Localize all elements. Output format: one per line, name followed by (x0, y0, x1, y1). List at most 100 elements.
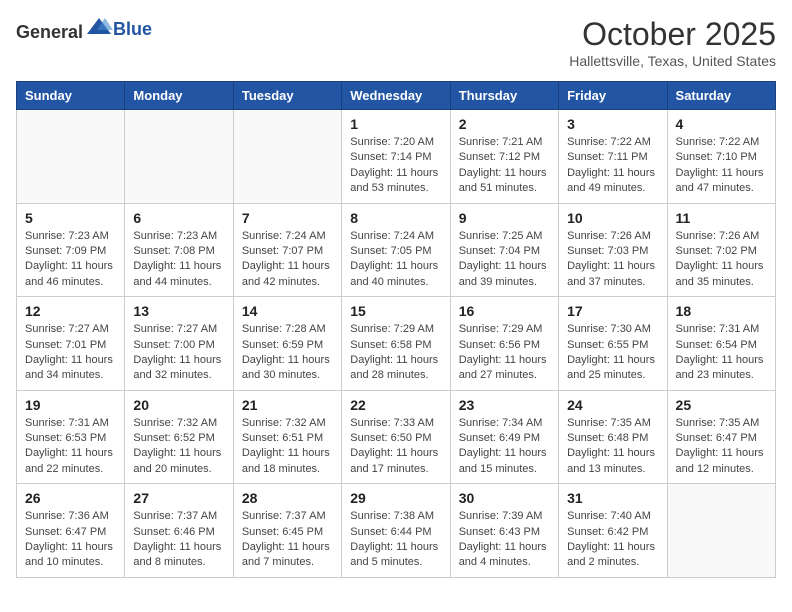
day-number: 13 (133, 303, 224, 319)
day-number: 17 (567, 303, 658, 319)
day-info: Sunrise: 7:24 AMSunset: 7:07 PMDaylight:… (242, 229, 333, 291)
day-info: Sunrise: 7:36 AMSunset: 6:47 PMDaylight:… (25, 509, 116, 571)
calendar-cell: 1Sunrise: 7:20 AMSunset: 7:14 PMDaylight… (342, 110, 450, 204)
calendar-cell: 29 Sunrise: 7:38 AMSunset: 6:44 PMDayligh… (342, 484, 450, 578)
day-number: 5 (25, 210, 116, 226)
calendar-cell: 10 Sunrise: 7:26 AMSunset: 7:03 PMDayligh… (559, 203, 667, 297)
day-number: 29 (350, 490, 441, 506)
day-info: Sunrise: 7:25 AMSunset: 7:04 PMDaylight:… (459, 229, 550, 291)
day-number: 11 (676, 210, 767, 226)
day-info: Sunrise: 7:28 AMSunset: 6:59 PMDaylight:… (242, 322, 333, 384)
day-info: Sunrise: 7:32 AMSunset: 6:52 PMDaylight:… (133, 416, 224, 478)
day-number: 20 (133, 397, 224, 413)
day-number: 31 (567, 490, 658, 506)
day-number: 4 (676, 116, 767, 132)
day-number: 1 (350, 116, 441, 132)
calendar-cell (233, 110, 341, 204)
calendar-cell: 24 Sunrise: 7:35 AMSunset: 6:48 PMDayligh… (559, 390, 667, 484)
calendar-cell: 23 Sunrise: 7:34 AMSunset: 6:49 PMDayligh… (450, 390, 558, 484)
day-number: 15 (350, 303, 441, 319)
calendar-cell: 8Sunrise: 7:24 AMSunset: 7:05 PMDaylight… (342, 203, 450, 297)
logo-icon (85, 16, 113, 38)
day-info: Sunrise: 7:31 AMSunset: 6:54 PMDaylight:… (676, 322, 767, 384)
day-info: Sunrise: 7:31 AMSunset: 6:53 PMDaylight:… (25, 416, 116, 478)
day-info: Sunrise: 7:38 AMSunset: 6:44 PMDaylight:… (350, 509, 441, 571)
title-area: October 2025 Hallettsville, Texas, Unite… (569, 16, 776, 69)
day-info: Sunrise: 7:23 AMSunset: 7:09 PMDaylight:… (25, 229, 116, 291)
day-number: 2 (459, 116, 550, 132)
day-info: Sunrise: 7:29 AMSunset: 6:56 PMDaylight:… (459, 322, 550, 384)
day-of-week-header: Monday (125, 82, 233, 110)
calendar-cell: 20 Sunrise: 7:32 AMSunset: 6:52 PMDayligh… (125, 390, 233, 484)
day-number: 16 (459, 303, 550, 319)
calendar-week-row: 12Sunrise: 7:27 AMSunset: 7:01 PMDayligh… (17, 297, 776, 391)
day-number: 30 (459, 490, 550, 506)
calendar-cell: 9Sunrise: 7:25 AMSunset: 7:04 PMDaylight… (450, 203, 558, 297)
calendar-cell: 2 Sunrise: 7:21 AMSunset: 7:12 PMDaylight… (450, 110, 558, 204)
day-of-week-header: Tuesday (233, 82, 341, 110)
calendar-cell: 3Sunrise: 7:22 AMSunset: 7:11 PMDaylight… (559, 110, 667, 204)
calendar-cell: 28Sunrise: 7:37 AMSunset: 6:45 PMDayligh… (233, 484, 341, 578)
day-number: 14 (242, 303, 333, 319)
logo-general: General (16, 22, 83, 42)
day-info: Sunrise: 7:39 AMSunset: 6:43 PMDaylight:… (459, 509, 550, 571)
day-number: 24 (567, 397, 658, 413)
day-of-week-header: Saturday (667, 82, 775, 110)
calendar-cell: 27 Sunrise: 7:37 AMSunset: 6:46 PMDayligh… (125, 484, 233, 578)
page-header: General Blue October 2025 Hallettsville,… (16, 16, 776, 69)
day-info: Sunrise: 7:26 AMSunset: 7:03 PMDaylight:… (567, 229, 658, 291)
day-info: Sunrise: 7:21 AMSunset: 7:12 PMDaylight:… (459, 135, 550, 197)
location: Hallettsville, Texas, United States (569, 53, 776, 69)
day-info: Sunrise: 7:27 AMSunset: 7:00 PMDaylight:… (133, 322, 224, 384)
calendar-cell: 16 Sunrise: 7:29 AMSunset: 6:56 PMDayligh… (450, 297, 558, 391)
calendar-cell: 19 Sunrise: 7:31 AMSunset: 6:53 PMDayligh… (17, 390, 125, 484)
calendar-cell: 21 Sunrise: 7:32 AMSunset: 6:51 PMDayligh… (233, 390, 341, 484)
day-info: Sunrise: 7:22 AMSunset: 7:10 PMDaylight:… (676, 135, 767, 197)
day-number: 19 (25, 397, 116, 413)
logo-blue: Blue (113, 19, 152, 40)
calendar-table: SundayMondayTuesdayWednesdayThursdayFrid… (16, 81, 776, 578)
day-info: Sunrise: 7:37 AMSunset: 6:46 PMDaylight:… (133, 509, 224, 571)
calendar-week-row: 1Sunrise: 7:20 AMSunset: 7:14 PMDaylight… (17, 110, 776, 204)
calendar-cell (17, 110, 125, 204)
day-number: 6 (133, 210, 224, 226)
day-number: 7 (242, 210, 333, 226)
day-info: Sunrise: 7:23 AMSunset: 7:08 PMDaylight:… (133, 229, 224, 291)
calendar-cell: 25Sunrise: 7:35 AMSunset: 6:47 PMDayligh… (667, 390, 775, 484)
calendar-cell: 26 Sunrise: 7:36 AMSunset: 6:47 PMDayligh… (17, 484, 125, 578)
calendar-cell: 13 Sunrise: 7:27 AMSunset: 7:00 PMDayligh… (125, 297, 233, 391)
day-number: 25 (676, 397, 767, 413)
calendar-cell: 6 Sunrise: 7:23 AMSunset: 7:08 PMDaylight… (125, 203, 233, 297)
day-info: Sunrise: 7:26 AMSunset: 7:02 PMDaylight:… (676, 229, 767, 291)
calendar-week-row: 26 Sunrise: 7:36 AMSunset: 6:47 PMDayligh… (17, 484, 776, 578)
calendar-week-row: 5 Sunrise: 7:23 AMSunset: 7:09 PMDaylight… (17, 203, 776, 297)
day-info: Sunrise: 7:35 AMSunset: 6:48 PMDaylight:… (567, 416, 658, 478)
day-number: 8 (350, 210, 441, 226)
day-info: Sunrise: 7:37 AMSunset: 6:45 PMDaylight:… (242, 509, 333, 571)
calendar-cell: 18 Sunrise: 7:31 AMSunset: 6:54 PMDayligh… (667, 297, 775, 391)
day-number: 23 (459, 397, 550, 413)
day-number: 26 (25, 490, 116, 506)
calendar-cell: 4 Sunrise: 7:22 AMSunset: 7:10 PMDaylight… (667, 110, 775, 204)
calendar-header-row: SundayMondayTuesdayWednesdayThursdayFrid… (17, 82, 776, 110)
month-title: October 2025 (569, 16, 776, 53)
calendar-cell (667, 484, 775, 578)
calendar-cell: 14 Sunrise: 7:28 AMSunset: 6:59 PMDayligh… (233, 297, 341, 391)
calendar-cell: 12Sunrise: 7:27 AMSunset: 7:01 PMDayligh… (17, 297, 125, 391)
day-number: 22 (350, 397, 441, 413)
calendar-cell: 22 Sunrise: 7:33 AMSunset: 6:50 PMDayligh… (342, 390, 450, 484)
day-info: Sunrise: 7:22 AMSunset: 7:11 PMDaylight:… (567, 135, 658, 197)
day-of-week-header: Wednesday (342, 82, 450, 110)
day-number: 18 (676, 303, 767, 319)
day-of-week-header: Friday (559, 82, 667, 110)
calendar-cell: 7 Sunrise: 7:24 AMSunset: 7:07 PMDaylight… (233, 203, 341, 297)
day-info: Sunrise: 7:34 AMSunset: 6:49 PMDaylight:… (459, 416, 550, 478)
calendar-cell (125, 110, 233, 204)
logo: General Blue (16, 16, 152, 43)
calendar-cell: 30 Sunrise: 7:39 AMSunset: 6:43 PMDayligh… (450, 484, 558, 578)
day-number: 27 (133, 490, 224, 506)
day-number: 10 (567, 210, 658, 226)
day-number: 21 (242, 397, 333, 413)
day-info: Sunrise: 7:33 AMSunset: 6:50 PMDaylight:… (350, 416, 441, 478)
day-info: Sunrise: 7:32 AMSunset: 6:51 PMDaylight:… (242, 416, 333, 478)
